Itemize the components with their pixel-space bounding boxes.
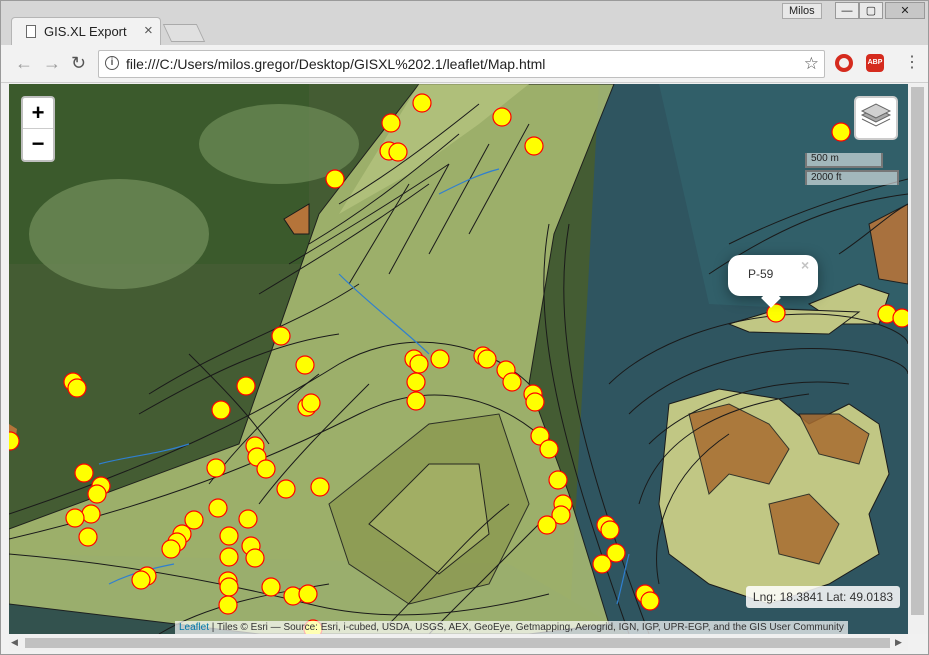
map-marker[interactable] — [325, 169, 345, 189]
horizontal-scroll-thumb[interactable] — [25, 638, 890, 648]
map-marker[interactable] — [539, 439, 559, 459]
browser-toolbar: ← → ↻ i file:///C:/Users/milos.gregor/De… — [1, 45, 928, 83]
tab-gis-export[interactable]: GIS.XL Export × — [11, 17, 161, 45]
map-marker[interactable] — [537, 515, 557, 535]
scale-imperial: 2000 ft — [805, 170, 899, 185]
vertical-scroll-thumb[interactable] — [911, 87, 924, 615]
info-icon[interactable]: i — [105, 56, 119, 70]
map-marker[interactable] — [67, 378, 87, 398]
map-marker[interactable] — [78, 527, 98, 547]
map-marker[interactable] — [131, 570, 151, 590]
marker-popup: P-59 × — [728, 255, 818, 308]
map-marker[interactable] — [600, 520, 620, 540]
map-marker[interactable] — [81, 504, 101, 524]
map-marker[interactable] — [238, 509, 258, 529]
map-marker[interactable] — [310, 477, 330, 497]
map-marker[interactable] — [298, 584, 318, 604]
map-marker[interactable] — [381, 113, 401, 133]
map-marker[interactable] — [592, 554, 612, 574]
vertical-scrollbar[interactable] — [908, 84, 928, 634]
map-marker[interactable] — [218, 595, 238, 615]
mouse-coordinates: Lng: 18.3841 Lat: 49.0183 — [746, 586, 900, 608]
new-tab-button[interactable] — [162, 24, 206, 42]
layers-control-button[interactable] — [854, 96, 898, 140]
popup-label: P-59 — [748, 267, 774, 281]
map-marker[interactable] — [65, 508, 85, 528]
page-icon — [26, 25, 36, 38]
map-marker[interactable] — [388, 142, 408, 162]
map-attribution: Leaflet | Tiles © Esri — Source: Esri, i… — [175, 621, 848, 634]
map-marker[interactable] — [208, 498, 228, 518]
close-window-button[interactable]: ✕ — [885, 2, 925, 19]
minimize-button[interactable]: — — [835, 2, 859, 19]
scroll-left-icon[interactable]: ◀ — [11, 637, 18, 648]
map-marker[interactable] — [412, 93, 432, 113]
map-marker[interactable] — [831, 122, 851, 142]
profile-button[interactable]: Milos — [782, 3, 822, 19]
map-marker[interactable] — [524, 136, 544, 156]
reload-icon[interactable]: ↻ — [71, 53, 86, 73]
map-marker[interactable] — [409, 354, 429, 374]
popup-close-icon[interactable]: × — [801, 257, 809, 273]
forward-icon[interactable]: → — [43, 53, 61, 73]
map-marker[interactable] — [161, 539, 181, 559]
map-marker[interactable] — [548, 470, 568, 490]
map-marker[interactable] — [236, 376, 256, 396]
map-marker[interactable] — [477, 349, 497, 369]
tab-title: GIS.XL Export — [44, 24, 127, 39]
map-marker[interactable] — [406, 391, 426, 411]
leaflet-link[interactable]: Leaflet — [179, 622, 209, 633]
map-marker[interactable] — [271, 326, 291, 346]
bookmark-star-icon[interactable]: ☆ — [804, 54, 819, 74]
maximize-button[interactable]: ▢ — [859, 2, 883, 19]
map-marker[interactable] — [295, 355, 315, 375]
tab-close-icon[interactable]: × — [144, 22, 153, 39]
map-marker[interactable] — [502, 372, 522, 392]
zoom-out-button[interactable]: − — [23, 129, 53, 159]
layers-icon — [860, 103, 892, 127]
map-marker[interactable] — [74, 463, 94, 483]
map-marker[interactable] — [256, 459, 276, 479]
map-marker[interactable] — [430, 349, 450, 369]
opera-extension-icon[interactable] — [835, 54, 853, 72]
map-marker[interactable] — [87, 484, 107, 504]
map-marker[interactable] — [301, 393, 321, 413]
menu-icon[interactable]: ⋮ — [904, 53, 920, 73]
map-marker[interactable] — [245, 548, 265, 568]
scroll-right-icon[interactable]: ▶ — [895, 637, 902, 648]
map-marker[interactable] — [276, 479, 296, 499]
map-marker[interactable] — [211, 400, 231, 420]
horizontal-scrollbar[interactable]: ◀ ▶ — [9, 634, 908, 651]
tab-bar: GIS.XL Export × Milos — ▢ ✕ — [1, 1, 928, 45]
map-marker[interactable] — [406, 372, 426, 392]
map-marker[interactable] — [892, 308, 908, 328]
address-bar[interactable]: i file:///C:/Users/milos.gregor/Desktop/… — [98, 50, 825, 78]
map-marker[interactable] — [640, 591, 660, 611]
map-marker[interactable] — [261, 577, 281, 597]
map-marker[interactable] — [206, 458, 226, 478]
map-marker[interactable] — [219, 526, 239, 546]
map-marker[interactable] — [219, 547, 239, 567]
map-marker[interactable] — [525, 392, 545, 412]
adblock-extension-icon[interactable]: ABP — [866, 54, 884, 72]
zoom-control: + − — [21, 96, 55, 162]
back-icon[interactable]: ← — [15, 53, 33, 73]
scale-metric: 500 m — [805, 153, 883, 168]
map-marker[interactable] — [492, 107, 512, 127]
zoom-in-button[interactable]: + — [23, 98, 53, 128]
map-marker[interactable] — [219, 577, 239, 597]
map-canvas[interactable]: + − 500 m 2000 ft P-59 × Lng: 18.3841 La… — [9, 84, 908, 634]
url-text[interactable]: file:///C:/Users/milos.gregor/Desktop/GI… — [126, 56, 545, 72]
attribution-text: | Tiles © Esri — Source: Esri, i-cubed, … — [209, 622, 844, 633]
browser-window: GIS.XL Export × Milos — ▢ ✕ ← → ↻ i file… — [0, 0, 929, 655]
map-layers — [9, 84, 908, 634]
